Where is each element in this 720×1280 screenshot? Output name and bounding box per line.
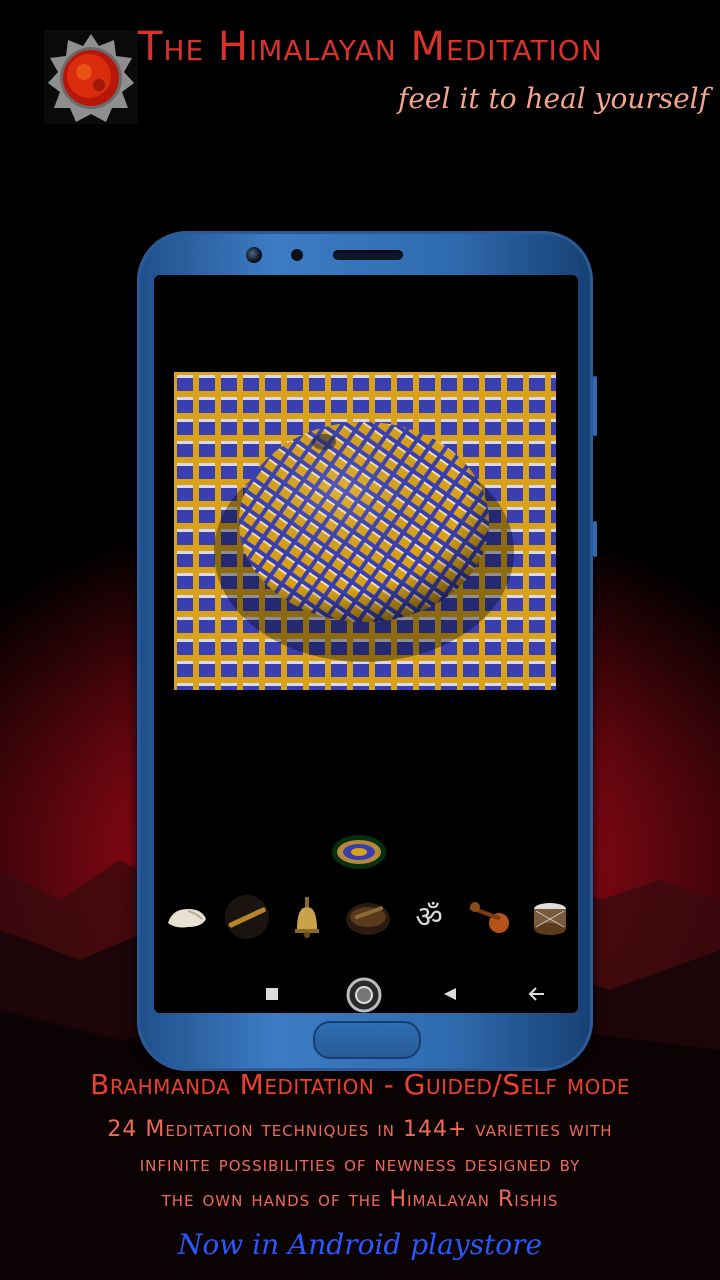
earpiece-speaker (333, 250, 403, 260)
phone-mockup: ॐ (137, 231, 597, 1071)
recent-apps-button[interactable] (266, 988, 278, 1000)
singing-bowl-icon[interactable] (344, 893, 392, 941)
sun-mandala-logo (44, 30, 138, 124)
front-camera-icon (246, 247, 262, 263)
feature-description: 24 Meditation techniques in 144+ varieti… (40, 1112, 680, 1217)
conch-shell-icon[interactable] (162, 893, 210, 941)
phone-home-key (313, 1021, 421, 1059)
tagline: feel it to heal yourself (398, 82, 709, 115)
description-line: the own hands of the Himalayan Rishis (161, 1187, 559, 1212)
optical-illusion-sphere[interactable] (174, 372, 556, 690)
phone-side-button-top (593, 376, 597, 436)
svg-text:ॐ: ॐ (415, 900, 442, 935)
veena-icon[interactable] (465, 893, 513, 941)
android-nav-bar (154, 975, 578, 1013)
home-button[interactable] (346, 977, 382, 1013)
instrument-bar: ॐ (162, 887, 574, 947)
description-line: infinite possibilities of newness design… (139, 1152, 581, 1177)
drum-icon[interactable] (526, 893, 574, 941)
bell-icon[interactable] (283, 893, 331, 941)
feature-headline: Brahmanda Meditation - Guided/Self mode (90, 1068, 630, 1101)
arrow-left-icon[interactable] (528, 985, 546, 1003)
app-title: The Himalayan Meditation (138, 24, 603, 70)
lotus-icon[interactable] (331, 830, 387, 870)
om-icon[interactable]: ॐ (405, 893, 453, 941)
phone-screen: ॐ (154, 275, 578, 1013)
sensor-icon (291, 249, 303, 261)
phone-side-button-bottom (593, 521, 597, 557)
description-line: 24 Meditation techniques in 144+ varieti… (107, 1117, 613, 1142)
back-button[interactable] (443, 987, 457, 1001)
flute-icon[interactable] (223, 893, 271, 941)
playstore-cta[interactable]: Now in Android playstore (0, 1228, 720, 1261)
